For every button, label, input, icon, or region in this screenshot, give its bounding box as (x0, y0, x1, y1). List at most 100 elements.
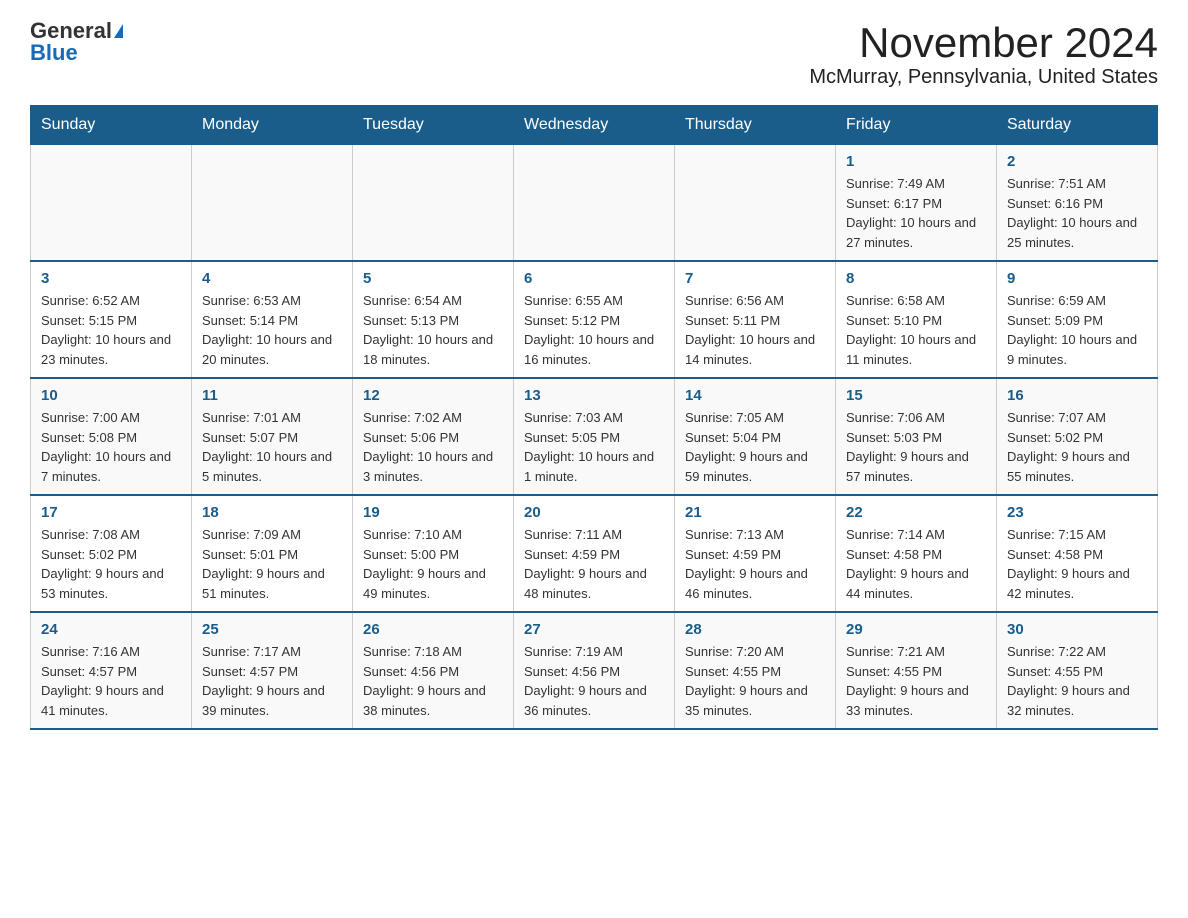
day-info: Sunrise: 7:07 AM Sunset: 5:02 PM Dayligh… (1007, 408, 1147, 486)
logo: General Blue (30, 20, 123, 64)
day-info: Sunrise: 7:22 AM Sunset: 4:55 PM Dayligh… (1007, 642, 1147, 720)
calendar-cell (514, 145, 675, 262)
day-info: Sunrise: 7:11 AM Sunset: 4:59 PM Dayligh… (524, 525, 664, 603)
calendar-table: Sunday Monday Tuesday Wednesday Thursday… (30, 105, 1158, 730)
day-number: 13 (524, 387, 664, 404)
day-number: 29 (846, 621, 986, 638)
calendar-cell (31, 145, 192, 262)
title-block: November 2024 McMurray, Pennsylvania, Un… (809, 20, 1158, 89)
calendar-cell: 30 Sunrise: 7:22 AM Sunset: 4:55 PM Dayli… (997, 612, 1158, 729)
day-info: Sunrise: 6:59 AM Sunset: 5:09 PM Dayligh… (1007, 291, 1147, 369)
calendar-week-1: 1 Sunrise: 7:49 AM Sunset: 6:17 PM Daylig… (31, 145, 1158, 262)
day-info: Sunrise: 7:10 AM Sunset: 5:00 PM Dayligh… (363, 525, 503, 603)
calendar-cell: 23Sunrise: 7:15 AM Sunset: 4:58 PM Dayli… (997, 495, 1158, 612)
calendar-cell: 10 Sunrise: 7:00 AM Sunset: 5:08 PM Dayli… (31, 378, 192, 495)
calendar-cell: 12 Sunrise: 7:02 AM Sunset: 5:06 PM Dayli… (353, 378, 514, 495)
day-info: Sunrise: 7:19 AM Sunset: 4:56 PM Dayligh… (524, 642, 664, 720)
day-number: 1 (846, 153, 986, 170)
day-number: 11 (202, 387, 342, 404)
logo-triangle-icon (114, 24, 123, 38)
day-number: 30 (1007, 621, 1147, 638)
day-info: Sunrise: 6:52 AM Sunset: 5:15 PM Dayligh… (41, 291, 181, 369)
calendar-cell: 18Sunrise: 7:09 AM Sunset: 5:01 PM Dayli… (192, 495, 353, 612)
day-info: Sunrise: 7:05 AM Sunset: 5:04 PM Dayligh… (685, 408, 825, 486)
col-sunday: Sunday (31, 106, 192, 145)
day-info: Sunrise: 7:14 AM Sunset: 4:58 PM Dayligh… (846, 525, 986, 603)
day-info: Sunrise: 7:16 AM Sunset: 4:57 PM Dayligh… (41, 642, 181, 720)
day-number: 19 (363, 504, 503, 521)
day-number: 15 (846, 387, 986, 404)
day-info: Sunrise: 7:18 AM Sunset: 4:56 PM Dayligh… (363, 642, 503, 720)
day-number: 2 (1007, 153, 1147, 170)
calendar-cell: 14 Sunrise: 7:05 AM Sunset: 5:04 PM Dayli… (675, 378, 836, 495)
day-info: Sunrise: 6:55 AM Sunset: 5:12 PM Dayligh… (524, 291, 664, 369)
day-number: 6 (524, 270, 664, 287)
calendar-cell: 11 Sunrise: 7:01 AM Sunset: 5:07 PM Dayli… (192, 378, 353, 495)
calendar-header: Sunday Monday Tuesday Wednesday Thursday… (31, 106, 1158, 145)
calendar-cell: 9 Sunrise: 6:59 AM Sunset: 5:09 PM Daylig… (997, 261, 1158, 378)
calendar-cell: 16 Sunrise: 7:07 AM Sunset: 5:02 PM Dayli… (997, 378, 1158, 495)
calendar-cell: 24 Sunrise: 7:16 AM Sunset: 4:57 PM Dayli… (31, 612, 192, 729)
calendar-week-3: 10 Sunrise: 7:00 AM Sunset: 5:08 PM Dayli… (31, 378, 1158, 495)
day-info: Sunrise: 7:21 AM Sunset: 4:55 PM Dayligh… (846, 642, 986, 720)
day-number: 24 (41, 621, 181, 638)
calendar-cell (353, 145, 514, 262)
day-number: 17 (41, 504, 181, 521)
logo-general-text: General (30, 20, 112, 42)
day-number: 27 (524, 621, 664, 638)
day-number: 3 (41, 270, 181, 287)
calendar-cell: 26 Sunrise: 7:18 AM Sunset: 4:56 PM Dayli… (353, 612, 514, 729)
day-info: Sunrise: 6:53 AM Sunset: 5:14 PM Dayligh… (202, 291, 342, 369)
calendar-cell: 15 Sunrise: 7:06 AM Sunset: 5:03 PM Dayli… (836, 378, 997, 495)
calendar-cell: 21 Sunrise: 7:13 AM Sunset: 4:59 PM Dayli… (675, 495, 836, 612)
day-info: Sunrise: 6:54 AM Sunset: 5:13 PM Dayligh… (363, 291, 503, 369)
calendar-cell: 1 Sunrise: 7:49 AM Sunset: 6:17 PM Daylig… (836, 145, 997, 262)
calendar-cell: 5 Sunrise: 6:54 AM Sunset: 5:13 PM Daylig… (353, 261, 514, 378)
page-header: General Blue November 2024 McMurray, Pen… (30, 20, 1158, 89)
calendar-week-2: 3 Sunrise: 6:52 AM Sunset: 5:15 PM Daylig… (31, 261, 1158, 378)
day-number: 7 (685, 270, 825, 287)
day-info: Sunrise: 7:17 AM Sunset: 4:57 PM Dayligh… (202, 642, 342, 720)
calendar-cell: 13 Sunrise: 7:03 AM Sunset: 5:05 PM Dayli… (514, 378, 675, 495)
calendar-cell: 19 Sunrise: 7:10 AM Sunset: 5:00 PM Dayli… (353, 495, 514, 612)
day-info: Sunrise: 7:08 AM Sunset: 5:02 PM Dayligh… (41, 525, 181, 603)
header-row: Sunday Monday Tuesday Wednesday Thursday… (31, 106, 1158, 145)
day-info: Sunrise: 7:01 AM Sunset: 5:07 PM Dayligh… (202, 408, 342, 486)
calendar-cell: 20Sunrise: 7:11 AM Sunset: 4:59 PM Dayli… (514, 495, 675, 612)
logo-blue-text: Blue (30, 42, 78, 64)
day-number: 8 (846, 270, 986, 287)
calendar-cell: 28Sunrise: 7:20 AM Sunset: 4:55 PM Dayli… (675, 612, 836, 729)
day-number: 21 (685, 504, 825, 521)
day-info: Sunrise: 7:49 AM Sunset: 6:17 PM Dayligh… (846, 174, 986, 252)
day-number: 5 (363, 270, 503, 287)
day-info: Sunrise: 7:15 AM Sunset: 4:58 PM Dayligh… (1007, 525, 1147, 603)
day-info: Sunrise: 7:02 AM Sunset: 5:06 PM Dayligh… (363, 408, 503, 486)
calendar-cell: 6 Sunrise: 6:55 AM Sunset: 5:12 PM Daylig… (514, 261, 675, 378)
calendar-cell: 8Sunrise: 6:58 AM Sunset: 5:10 PM Daylig… (836, 261, 997, 378)
day-number: 9 (1007, 270, 1147, 287)
day-number: 12 (363, 387, 503, 404)
day-info: Sunrise: 6:56 AM Sunset: 5:11 PM Dayligh… (685, 291, 825, 369)
day-info: Sunrise: 7:03 AM Sunset: 5:05 PM Dayligh… (524, 408, 664, 486)
day-number: 10 (41, 387, 181, 404)
day-number: 16 (1007, 387, 1147, 404)
day-number: 26 (363, 621, 503, 638)
day-info: Sunrise: 7:06 AM Sunset: 5:03 PM Dayligh… (846, 408, 986, 486)
col-monday: Monday (192, 106, 353, 145)
col-wednesday: Wednesday (514, 106, 675, 145)
day-info: Sunrise: 7:13 AM Sunset: 4:59 PM Dayligh… (685, 525, 825, 603)
day-number: 14 (685, 387, 825, 404)
calendar-body: 1 Sunrise: 7:49 AM Sunset: 6:17 PM Daylig… (31, 145, 1158, 730)
col-thursday: Thursday (675, 106, 836, 145)
day-info: Sunrise: 7:20 AM Sunset: 4:55 PM Dayligh… (685, 642, 825, 720)
calendar-subtitle: McMurray, Pennsylvania, United States (809, 66, 1158, 89)
calendar-cell (192, 145, 353, 262)
col-friday: Friday (836, 106, 997, 145)
calendar-cell: 29 Sunrise: 7:21 AM Sunset: 4:55 PM Dayli… (836, 612, 997, 729)
calendar-cell: 27 Sunrise: 7:19 AM Sunset: 4:56 PM Dayli… (514, 612, 675, 729)
calendar-cell: 22Sunrise: 7:14 AM Sunset: 4:58 PM Dayli… (836, 495, 997, 612)
calendar-cell: 2Sunrise: 7:51 AM Sunset: 6:16 PM Daylig… (997, 145, 1158, 262)
calendar-cell (675, 145, 836, 262)
day-info: Sunrise: 7:00 AM Sunset: 5:08 PM Dayligh… (41, 408, 181, 486)
calendar-cell: 3 Sunrise: 6:52 AM Sunset: 5:15 PM Daylig… (31, 261, 192, 378)
